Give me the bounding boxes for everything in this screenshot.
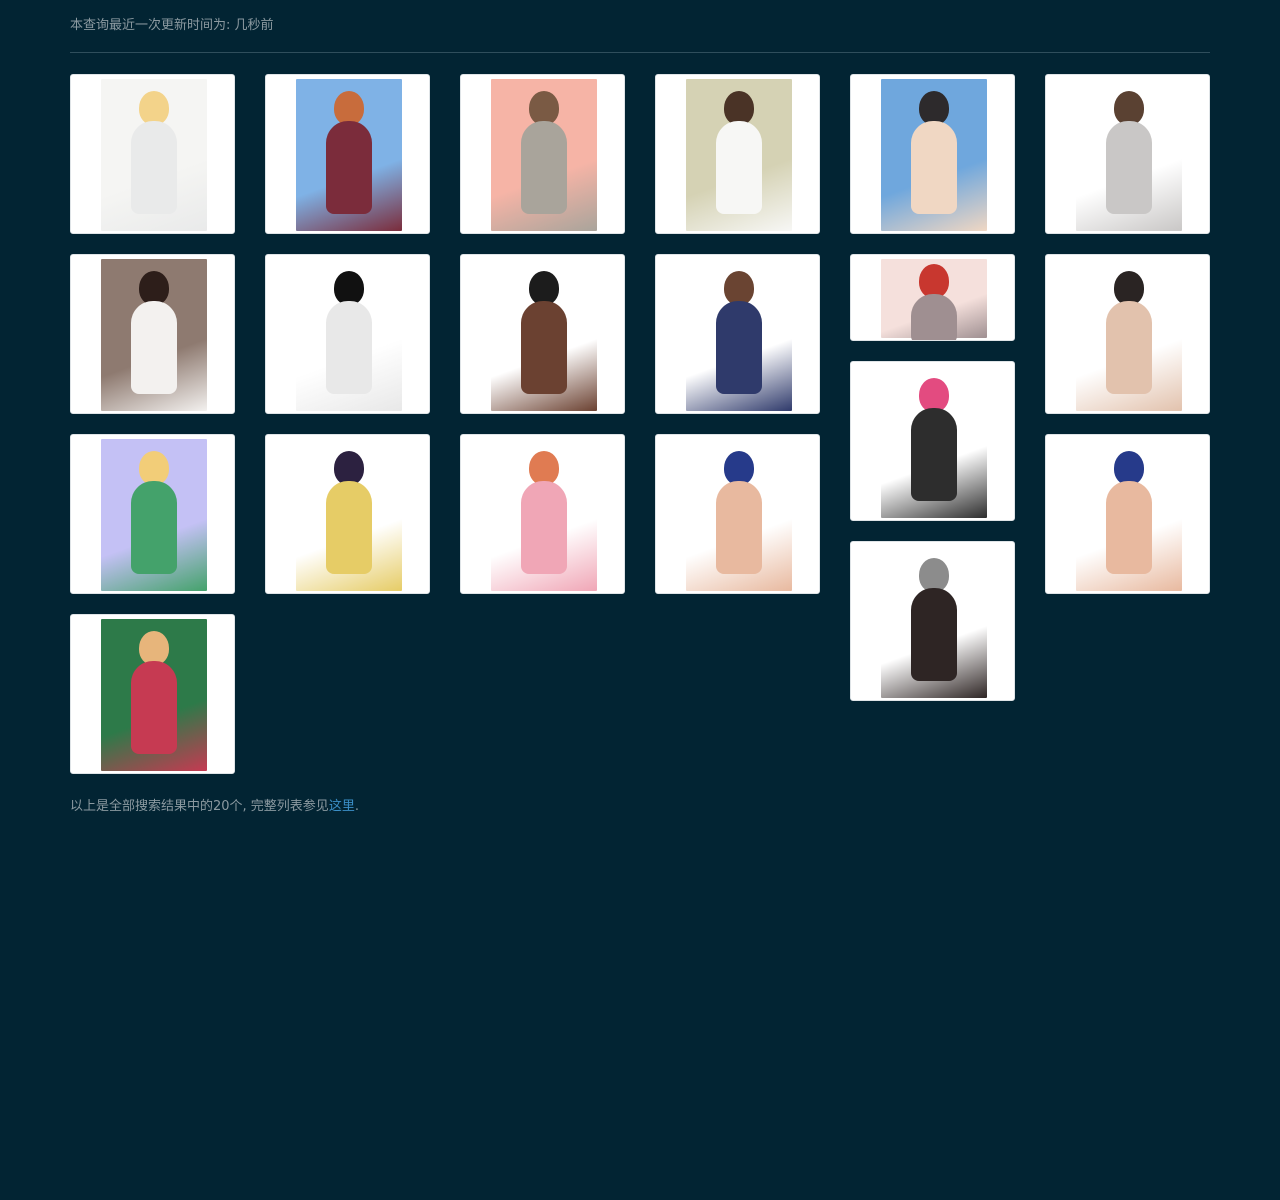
figure-body-shape [716,481,762,574]
figure-head-shape [334,451,364,485]
image-card-7[interactable] [70,254,235,414]
figure-body-shape [911,408,957,501]
figure-body-shape [521,121,567,214]
figure-head-shape [139,91,169,125]
figure-head-shape [1114,451,1144,485]
figure-head-shape [919,264,949,298]
figure-head-shape [529,91,559,125]
figure-body-shape [131,121,177,214]
figure-head-shape [1114,91,1144,125]
figure-head-shape [139,631,169,665]
image-card-14[interactable] [265,434,430,594]
image-card-12[interactable] [1045,254,1210,414]
figure-body-shape [131,481,177,574]
figure-body-shape [521,481,567,574]
figure-body-shape [716,301,762,394]
figure-head-shape [334,91,364,125]
figure-body-shape [131,661,177,754]
figure-body-shape [1106,301,1152,394]
image-card-19[interactable] [850,541,1015,701]
figure-head-shape [724,91,754,125]
image-card-10[interactable] [655,254,820,414]
header-divider [70,52,1210,53]
image-card-13[interactable] [70,434,235,594]
image-card-6[interactable] [1045,74,1210,234]
figure-body-shape [1106,481,1152,574]
figure-body-shape [326,301,372,394]
image-card-20[interactable] [70,614,235,774]
figure-head-shape [139,451,169,485]
figure-body-shape [911,588,957,681]
last-updated-text: 本查询最近一次更新时间为: 几秒前 [70,18,274,33]
figure-head-shape [529,451,559,485]
image-card-15[interactable] [460,434,625,594]
figure-head-shape [139,271,169,305]
figure-head-shape [1114,271,1144,305]
image-card-11[interactable] [850,254,1015,341]
figure-head-shape [724,451,754,485]
image-card-18[interactable] [1045,434,1210,594]
figure-body-shape [131,301,177,394]
image-card-3[interactable] [460,74,625,234]
figure-head-shape [724,271,754,305]
footer-prefix: 以上是全部搜索结果中的20个, 完整列表参见 [70,799,329,814]
figure-head-shape [334,271,364,305]
full-list-link[interactable]: 这里 [329,799,355,814]
footer-note: 以上是全部搜索结果中的20个, 完整列表参见这里. [70,795,359,814]
figure-body-shape [1106,121,1152,214]
page: 本查询最近一次更新时间为: 几秒前 以上是全部搜索结果中的20个, 完整列表参见… [0,0,1280,1200]
figure-head-shape [919,91,949,125]
figure-body-shape [521,301,567,394]
image-card-5[interactable] [850,74,1015,234]
figure-body-shape [911,294,957,340]
image-gallery [70,74,1210,774]
image-card-8[interactable] [265,254,430,414]
figure-head-shape [919,378,949,412]
figure-body-shape [326,121,372,214]
figure-body-shape [911,121,957,214]
figure-body-shape [716,121,762,214]
figure-head-shape [919,558,949,592]
image-card-9[interactable] [460,254,625,414]
figure-head-shape [529,271,559,305]
footer-suffix: . [354,799,359,814]
figure-body-shape [326,481,372,574]
image-card-4[interactable] [655,74,820,234]
image-card-17[interactable] [850,361,1015,521]
image-card-16[interactable] [655,434,820,594]
image-card-1[interactable] [70,74,235,234]
image-card-2[interactable] [265,74,430,234]
